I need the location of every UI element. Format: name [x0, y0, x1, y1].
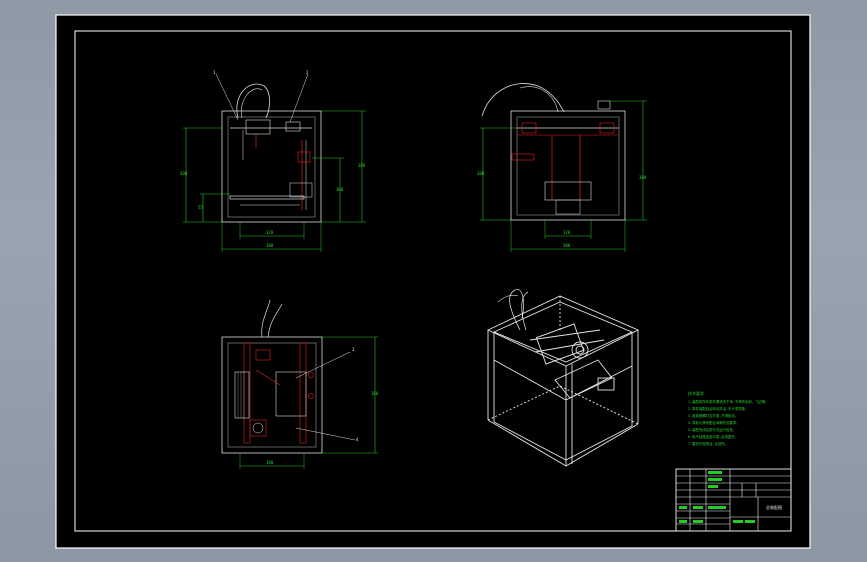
note-line: 5.装配完成后进行试运行检查。 [688, 428, 737, 432]
note-line: 1.装配前所有零件需清洗干净,不得有毛刺、飞边等。 [688, 400, 769, 404]
top-dim-height: 380 [371, 391, 379, 396]
balloon-1: 1 [213, 70, 216, 75]
front-dim-width-inner: 320 [266, 230, 274, 235]
note-line: 3.各紧固螺钉应拧紧,不得松动。 [688, 414, 739, 418]
side-dim-width: 380 [563, 243, 571, 248]
balloon-3: 3 [352, 347, 355, 352]
front-dim-right: 380 [358, 163, 366, 168]
note-line: 7.整机外观清洁,无划伤。 [688, 442, 729, 446]
technical-notes: 技术要求 1.装配前所有零件需清洗干净,不得有毛刺、飞边等。 2.零件装配后应转… [688, 391, 788, 447]
paper-border [55, 14, 811, 549]
balloon-2: 2 [306, 70, 309, 75]
side-dim-left: 380 [477, 171, 485, 176]
note-line: 2.零件装配后应转动灵活,无卡滞现象。 [688, 407, 749, 411]
side-dim-right: 380 [639, 175, 647, 180]
notes-heading: 技术要求 [688, 391, 704, 396]
cad-drawing-sheet [55, 14, 811, 549]
note-line: 6.电气线路连接可靠,走线整齐。 [688, 435, 739, 439]
front-dim-low: 55 [198, 205, 203, 210]
front-dim-width: 380 [266, 243, 274, 248]
balloon-4: 4 [356, 437, 359, 442]
note-line: 4.导轨与滑块配合间隙符合要求。 [688, 421, 740, 425]
front-dim-right-inner: 300 [336, 187, 344, 192]
side-dim-width-inner: 320 [563, 230, 571, 235]
front-dim-height: 300 [180, 171, 188, 176]
title-block-title: 总装配图 [766, 505, 782, 510]
top-dim-width: 380 [266, 460, 274, 465]
